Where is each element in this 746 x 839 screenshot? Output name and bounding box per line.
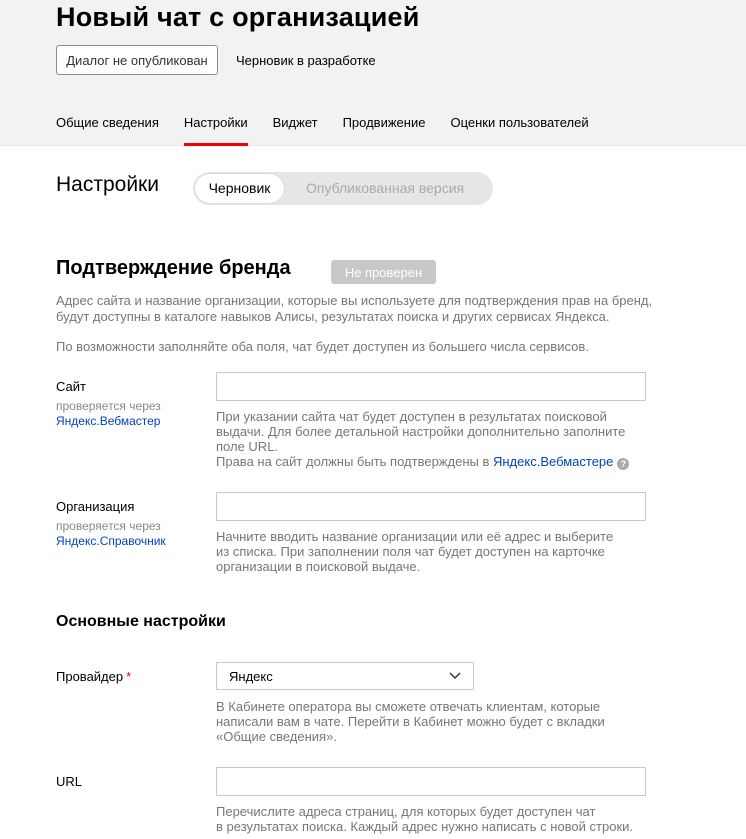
brand-note: По возможности заполняйте оба поля, чат … <box>56 339 589 354</box>
provider-hint: В Кабинете оператора вы сможете отвечать… <box>216 699 605 744</box>
tab-general[interactable]: Общие сведения <box>56 115 159 146</box>
site-input[interactable] <box>216 372 646 401</box>
site-hint: При указании сайта чат будет доступен в … <box>216 409 630 470</box>
draft-status-text: Черновик в разработке <box>236 53 376 68</box>
settings-title: Настройки <box>56 173 159 196</box>
directory-link[interactable]: Яндекс.Справочник <box>56 534 166 548</box>
site-hint-line: выдачи. Для более детальной настройки до… <box>216 424 626 439</box>
help-icon[interactable]: ? <box>617 458 630 470</box>
tab-promotion[interactable]: Продвижение <box>343 115 426 146</box>
tab-user-ratings[interactable]: Оценки пользователей <box>450 115 588 146</box>
url-hint: Перечислите адреса страниц, для которых … <box>216 804 633 834</box>
organization-hint-line: из списка. При заполнении поля чат будет… <box>216 544 605 559</box>
webmaster-rights-link[interactable]: Яндекс.Вебмастере <box>493 454 613 469</box>
provider-select[interactable]: Яндекс <box>216 662 474 690</box>
brand-status-badge: Не проверен <box>331 260 436 284</box>
site-hint-line: поле URL. <box>216 439 279 454</box>
brand-description-line: будут доступны в каталоге навыков Алисы,… <box>56 309 610 324</box>
brand-description-line: Адрес сайта и название организации, кото… <box>56 293 653 308</box>
provider-label: Провайдер * <box>56 669 131 684</box>
url-input[interactable] <box>216 767 646 796</box>
chevron-down-icon <box>449 672 461 680</box>
provider-hint-line: написали вам в чате. Перейти в Кабинет м… <box>216 714 605 729</box>
url-hint-line: в результатах поиска. Каждый адрес нужно… <box>216 819 634 834</box>
organization-hint-line: организации в поисковой выдаче. <box>216 559 421 574</box>
brand-description: Адрес сайта и название организации, кото… <box>56 293 652 325</box>
toggle-draft[interactable]: Черновик <box>195 174 284 203</box>
tab-widget[interactable]: Виджет <box>273 115 318 146</box>
organization-hint-line: Начните вводить название организации или… <box>216 529 614 544</box>
site-verified-via: проверяется через <box>56 399 161 413</box>
site-hint-line: При указании сайта чат будет доступен в … <box>216 409 607 424</box>
organization-hint: Начните вводить название организации или… <box>216 529 613 574</box>
organization-input[interactable] <box>216 492 646 521</box>
organization-verified-via: проверяется через <box>56 519 161 533</box>
provider-selected-value: Яндекс <box>229 668 273 684</box>
brand-section-title: Подтверждение бренда <box>56 257 291 279</box>
required-mark: * <box>126 669 132 684</box>
toggle-published-version[interactable]: Опубликованная версия <box>306 172 464 205</box>
tab-settings[interactable]: Настройки <box>183 115 248 146</box>
organization-label: Организация <box>56 499 135 514</box>
webmaster-link[interactable]: Яндекс.Вебмастер <box>56 414 160 428</box>
url-label: URL <box>56 774 83 789</box>
page-title: Новый чат с организацией <box>56 2 420 32</box>
page-header: Новый чат с организацией Диалог не опубл… <box>0 0 746 146</box>
site-hint-line: Права на сайт должны быть подтверждены в <box>216 454 490 469</box>
main-settings-title: Основные настройки <box>56 613 226 630</box>
provider-hint-line: В Кабинете оператора вы сможете отвечать… <box>216 699 601 714</box>
version-toggle: Черновик Опубликованная версия <box>193 172 493 205</box>
site-hint-rights: Права на сайт должны быть подтверждены в… <box>216 454 630 470</box>
provider-label-text: Провайдер <box>56 669 124 684</box>
provider-hint-line: «Общие сведения». <box>216 729 337 744</box>
url-hint-line: Перечислите адреса страниц, для которых … <box>216 804 596 819</box>
publish-status-button[interactable]: Диалог не опубликован <box>56 45 218 75</box>
site-label: Сайт <box>56 379 86 394</box>
tab-bar: Общие сведения Настройки Виджет Продвиже… <box>56 115 614 146</box>
